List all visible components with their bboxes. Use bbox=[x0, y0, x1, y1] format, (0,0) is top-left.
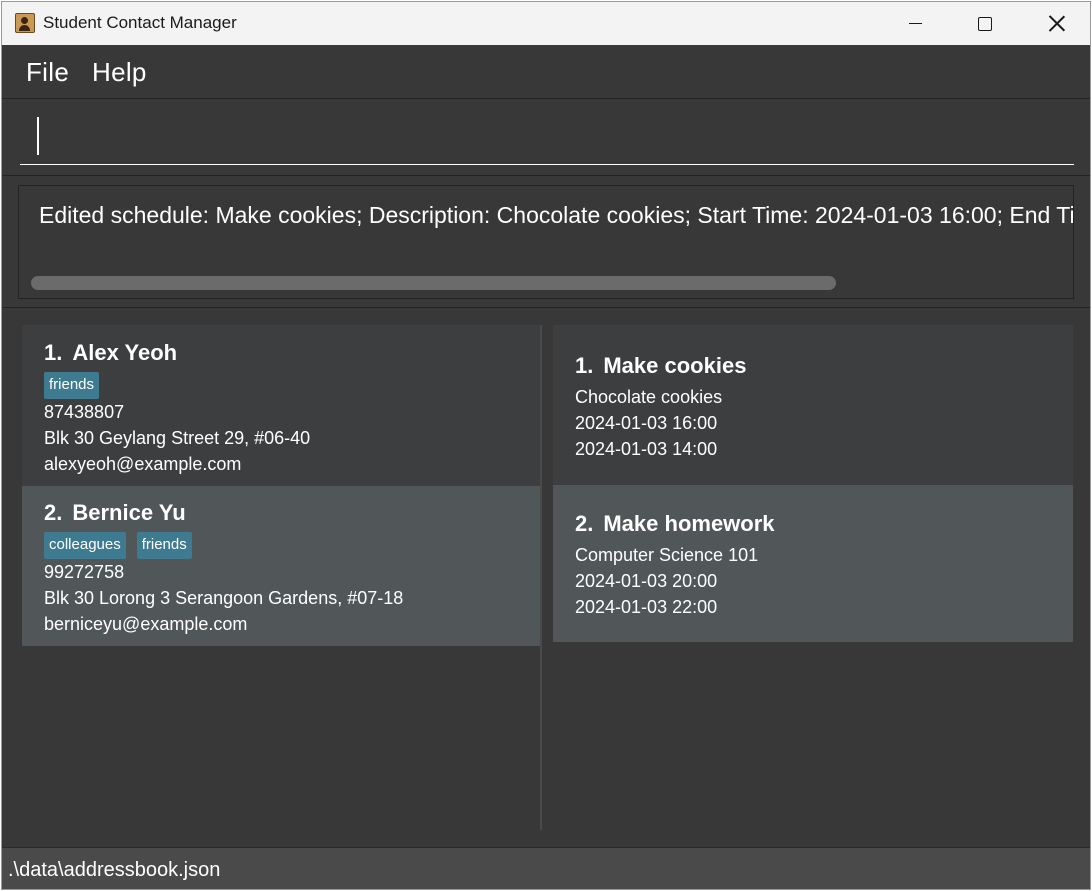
person-address: Blk 30 Geylang Street 29, #06-40 bbox=[44, 428, 311, 448]
schedule-index: 2. bbox=[575, 511, 594, 536]
schedule-end-time: 2024-01-03 22:00 bbox=[575, 597, 718, 617]
status-bar: .\data\addressbook.json bbox=[2, 847, 1090, 889]
result-display[interactable]: Edited schedule: Make cookies; Descripti… bbox=[18, 185, 1074, 299]
schedule-start-time: 2024-01-03 16:00 bbox=[575, 413, 718, 433]
person-name: 1. Alex Yeoh bbox=[44, 340, 177, 366]
tag: friends bbox=[44, 372, 100, 399]
person-email: berniceyu@example.com bbox=[44, 614, 248, 634]
person-phone: 87438807 bbox=[44, 402, 125, 422]
schedule-title: 1. Make cookies bbox=[575, 353, 746, 379]
schedule-card[interactable]: 1. Make cookies Chocolate cookies 2024-01… bbox=[553, 325, 1073, 485]
person-name: 2. Bernice Yu bbox=[44, 500, 186, 526]
schedule-title: 2. Make homework bbox=[575, 511, 775, 537]
minimize-button[interactable] bbox=[880, 2, 950, 45]
close-icon bbox=[1048, 15, 1065, 32]
person-card[interactable]: 1. Alex Yeoh friends 87438807 Blk 30 Geyl… bbox=[22, 325, 540, 486]
text-caret bbox=[37, 117, 39, 155]
menu-bar: File Help bbox=[2, 45, 1090, 99]
result-text: Edited schedule: Make cookies; Descripti… bbox=[39, 202, 1074, 228]
schedule-start-time: 2024-01-03 20:00 bbox=[575, 571, 718, 591]
tag-list: friends bbox=[44, 372, 100, 399]
address-book-icon bbox=[15, 13, 35, 33]
schedule-description: Computer Science 101 bbox=[575, 545, 759, 565]
menu-file[interactable]: File bbox=[26, 57, 69, 88]
result-display-area: Edited schedule: Make cookies; Descripti… bbox=[2, 177, 1090, 308]
schedule-end-time: 2024-01-03 14:00 bbox=[575, 439, 718, 459]
schedule-card[interactable]: 2. Make homework Computer Science 101 202… bbox=[553, 485, 1073, 642]
person-name-text: Alex Yeoh bbox=[72, 340, 178, 365]
app-window: Student Contact Manager File Help Edited… bbox=[1, 1, 1091, 890]
minimize-icon bbox=[908, 22, 922, 25]
menu-help[interactable]: Help bbox=[92, 57, 147, 88]
schedule-index: 1. bbox=[575, 353, 594, 378]
person-address: Blk 30 Lorong 3 Serangoon Gardens, #07-1… bbox=[44, 588, 404, 608]
schedule-title-text: Make homework bbox=[603, 511, 775, 536]
command-input[interactable] bbox=[20, 114, 1074, 165]
tag: colleagues bbox=[44, 532, 126, 559]
window-title: Student Contact Manager bbox=[43, 13, 237, 32]
tag-list: colleagues friends bbox=[44, 532, 192, 559]
schedule-list: 1. Make cookies Chocolate cookies 2024-01… bbox=[553, 325, 1073, 830]
person-list: 1. Alex Yeoh friends 87438807 Blk 30 Geyl… bbox=[22, 325, 542, 830]
person-phone: 99272758 bbox=[44, 562, 125, 582]
save-location: .\data\addressbook.json bbox=[8, 859, 221, 881]
person-email: alexyeoh@example.com bbox=[44, 454, 242, 474]
maximize-button[interactable] bbox=[950, 2, 1020, 45]
close-button[interactable] bbox=[1021, 2, 1090, 45]
command-box bbox=[2, 100, 1090, 176]
person-name-text: Bernice Yu bbox=[72, 500, 186, 525]
title-bar: Student Contact Manager bbox=[2, 2, 1090, 45]
person-index: 2. bbox=[44, 500, 63, 525]
person-card[interactable]: 2. Bernice Yu colleagues friends 99272758… bbox=[22, 486, 540, 646]
horizontal-scrollbar[interactable] bbox=[31, 276, 836, 290]
schedule-description: Chocolate cookies bbox=[575, 387, 723, 407]
schedule-title-text: Make cookies bbox=[603, 353, 747, 378]
person-index: 1. bbox=[44, 340, 63, 365]
tag: friends bbox=[136, 532, 192, 559]
maximize-icon bbox=[978, 16, 992, 31]
